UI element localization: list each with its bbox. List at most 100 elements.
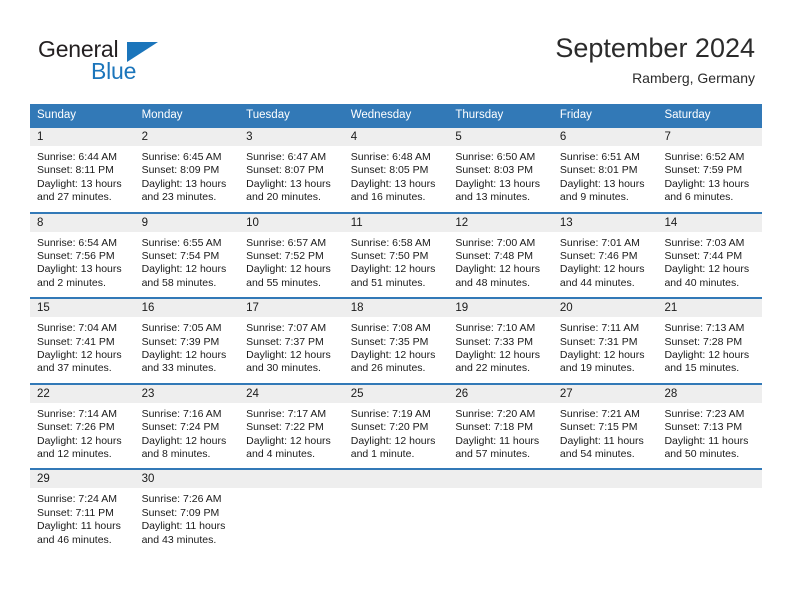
day-number-band: 25: [343, 384, 449, 403]
day-number-band: 20: [552, 299, 658, 318]
sunrise-text: Sunrise: 6:45 AM: [141, 151, 222, 163]
day-cell[interactable]: 10 Sunrise: 6:57 AM Sunset: 7:52 PM Dayl…: [239, 213, 344, 298]
day-number-band: [343, 470, 449, 489]
day-number: 10: [246, 216, 259, 229]
day-cell[interactable]: 12 Sunrise: 7:00 AM Sunset: 7:48 PM Dayl…: [448, 213, 553, 298]
day-number: 17: [246, 302, 259, 315]
daylight-text-line2: and 58 minutes.: [141, 276, 217, 289]
day-cell[interactable]: 25 Sunrise: 7:19 AM Sunset: 7:20 PM Dayl…: [343, 384, 449, 469]
day-details: Sunrise: 6:50 AM Sunset: 8:03 PM Dayligh…: [448, 146, 553, 205]
day-cell[interactable]: 23 Sunrise: 7:16 AM Sunset: 7:24 PM Dayl…: [134, 384, 240, 469]
day-cell[interactable]: 1 Sunrise: 6:44 AM Sunset: 8:11 PM Dayli…: [30, 128, 135, 212]
weekday-header-monday: Monday: [141, 109, 183, 121]
daylight-text-line1: Daylight: 12 hours: [559, 263, 645, 276]
sunrise-text: Sunrise: 7:08 AM: [350, 322, 431, 335]
sunset-text: Sunset: 7:35 PM: [350, 335, 429, 348]
sunset-text: Sunset: 8:05 PM: [350, 164, 429, 177]
day-cell[interactable]: 22 Sunrise: 7:14 AM Sunset: 7:26 PM Dayl…: [30, 384, 135, 469]
daylight-text-line1: Daylight: 13 hours: [350, 177, 436, 190]
sunset-text: Sunset: 7:39 PM: [141, 335, 220, 348]
day-cell[interactable]: 4 Sunrise: 6:48 AM Sunset: 8:05 PM Dayli…: [343, 128, 449, 212]
day-details: Sunrise: 7:04 AM Sunset: 7:41 PM Dayligh…: [30, 317, 135, 376]
day-number-band: 15: [30, 299, 135, 318]
day-details: Sunrise: 6:44 AM Sunset: 8:11 PM Dayligh…: [30, 146, 135, 205]
day-cell[interactable]: 14 Sunrise: 7:03 AM Sunset: 7:44 PM Dayl…: [657, 213, 763, 298]
calendar-page: General Blue September 2024 Ramberg, Ger…: [0, 0, 792, 612]
calendar-grid: Sunday Monday Tuesday Wednesday Thursday…: [30, 104, 763, 554]
sunrise-text: Sunrise: 6:50 AM: [455, 151, 536, 163]
daylight-text-line2: and 4 minutes.: [246, 448, 316, 460]
day-cell[interactable]: 11 Sunrise: 6:58 AM Sunset: 7:50 PM Dayl…: [343, 213, 449, 298]
daylight-text-line1: Daylight: 12 hours: [350, 434, 436, 447]
weekday-header-tuesday: Tuesday: [246, 109, 290, 121]
sunset-text: Sunset: 7:20 PM: [350, 421, 429, 434]
day-number: 3: [246, 131, 253, 143]
day-cell[interactable]: 8 Sunrise: 6:54 AM Sunset: 7:56 PM Dayli…: [30, 213, 135, 298]
day-cell[interactable]: 26 Sunrise: 7:20 AM Sunset: 7:18 PM Dayl…: [448, 384, 553, 469]
day-cell[interactable]: 5 Sunrise: 6:50 AM Sunset: 8:03 PM Dayli…: [448, 128, 553, 212]
day-details: Sunrise: 7:21 AM Sunset: 7:15 PM Dayligh…: [553, 403, 658, 462]
daylight-text-line2: and 30 minutes.: [246, 362, 321, 375]
sunset-text: Sunset: 7:37 PM: [246, 335, 324, 348]
daylight-text-line2: and 12 minutes.: [37, 448, 112, 460]
day-cell[interactable]: 13 Sunrise: 7:01 AM Sunset: 7:46 PM Dayl…: [552, 213, 658, 298]
week-row: 8 Sunrise: 6:54 AM Sunset: 7:56 PM Dayli…: [30, 211, 763, 298]
day-number-band: 9: [134, 213, 240, 232]
daylight-text-line1: Daylight: 12 hours: [37, 434, 122, 447]
sunset-text: Sunset: 7:22 PM: [246, 421, 324, 434]
sunset-text: Sunset: 7:31 PM: [559, 335, 638, 348]
day-details: Sunrise: 6:58 AM Sunset: 7:50 PM Dayligh…: [344, 232, 449, 291]
general-blue-logo[interactable]: General Blue: [38, 36, 238, 88]
day-cell[interactable]: 6 Sunrise: 6:51 AM Sunset: 8:01 PM Dayli…: [552, 128, 658, 212]
sunset-text: Sunset: 7:46 PM: [559, 250, 638, 262]
day-number-band: 27: [552, 384, 658, 403]
day-number: 7: [664, 131, 671, 143]
day-cell[interactable]: 20 Sunrise: 7:11 AM Sunset: 7:31 PM Dayl…: [552, 299, 658, 383]
day-cell[interactable]: 9 Sunrise: 6:55 AM Sunset: 7:54 PM Dayli…: [134, 213, 240, 298]
sunrise-text: Sunrise: 6:47 AM: [246, 151, 327, 163]
daylight-text-line2: and 19 minutes.: [559, 362, 635, 375]
day-number: 4: [350, 131, 358, 143]
sunrise-text: Sunrise: 6:52 AM: [664, 151, 745, 163]
daylight-text-line1: Daylight: 11 hours: [664, 434, 749, 447]
daylight-text-line1: Daylight: 12 hours: [664, 349, 750, 361]
day-cell[interactable]: 16 Sunrise: 7:05 AM Sunset: 7:39 PM Dayl…: [134, 299, 240, 383]
day-details: Sunrise: 7:08 AM Sunset: 7:35 PM Dayligh…: [344, 317, 449, 376]
day-cell-empty: [657, 470, 763, 554]
day-cell[interactable]: 30 Sunrise: 7:26 AM Sunset: 7:09 PM Dayl…: [134, 470, 240, 554]
day-cell[interactable]: 15 Sunrise: 7:04 AM Sunset: 7:41 PM Dayl…: [30, 299, 135, 383]
daylight-text-line2: and 40 minutes.: [664, 276, 740, 289]
sunset-text: Sunset: 8:07 PM: [246, 164, 324, 177]
day-cell[interactable]: 24 Sunrise: 7:17 AM Sunset: 7:22 PM Dayl…: [239, 384, 344, 469]
daylight-text-line1: Daylight: 12 hours: [141, 263, 227, 276]
day-number: 29: [37, 473, 50, 486]
day-cell[interactable]: 27 Sunrise: 7:21 AM Sunset: 7:15 PM Dayl…: [552, 384, 658, 469]
daylight-text-line2: and 16 minutes.: [350, 191, 426, 204]
day-cell[interactable]: 29 Sunrise: 7:24 AM Sunset: 7:11 PM Dayl…: [30, 470, 135, 554]
weekday-header-thursday: Thursday: [455, 109, 504, 121]
day-cell[interactable]: 28 Sunrise: 7:23 AM Sunset: 7:13 PM Dayl…: [657, 384, 763, 469]
day-number: 13: [559, 216, 573, 229]
day-cell[interactable]: 7 Sunrise: 6:52 AM Sunset: 7:59 PM Dayli…: [657, 128, 763, 212]
daylight-text-line1: Daylight: 12 hours: [455, 263, 540, 276]
day-details: Sunrise: 7:03 AM Sunset: 7:44 PM Dayligh…: [657, 232, 762, 291]
day-cell[interactable]: 2 Sunrise: 6:45 AM Sunset: 8:09 PM Dayli…: [134, 128, 240, 212]
weekday-header-saturday: Saturday: [664, 109, 711, 121]
day-details: Sunrise: 7:07 AM Sunset: 7:37 PM Dayligh…: [239, 317, 344, 376]
sunset-text: Sunset: 8:03 PM: [455, 164, 533, 177]
daylight-text-line2: and 54 minutes.: [559, 448, 635, 460]
sunrise-text: Sunrise: 7:07 AM: [246, 322, 327, 335]
day-cell[interactable]: 17 Sunrise: 7:07 AM Sunset: 7:37 PM Dayl…: [239, 299, 344, 383]
day-cell[interactable]: 18 Sunrise: 7:08 AM Sunset: 7:35 PM Dayl…: [343, 299, 449, 383]
day-cell[interactable]: 3 Sunrise: 6:47 AM Sunset: 8:07 PM Dayli…: [239, 128, 344, 212]
day-number-band: [448, 470, 553, 489]
day-number-band: 7: [657, 128, 763, 146]
day-cell[interactable]: 21 Sunrise: 7:13 AM Sunset: 7:28 PM Dayl…: [657, 299, 763, 383]
day-details: Sunrise: 6:55 AM Sunset: 7:54 PM Dayligh…: [135, 232, 240, 291]
daylight-text-line1: Daylight: 12 hours: [246, 349, 331, 361]
day-cell[interactable]: 19 Sunrise: 7:10 AM Sunset: 7:33 PM Dayl…: [448, 299, 553, 383]
day-details: Sunrise: 7:14 AM Sunset: 7:26 PM Dayligh…: [30, 403, 135, 462]
daylight-text-line1: Daylight: 13 hours: [141, 177, 227, 190]
day-number-band: 24: [239, 384, 344, 403]
daylight-text-line1: Daylight: 11 hours: [559, 434, 644, 447]
